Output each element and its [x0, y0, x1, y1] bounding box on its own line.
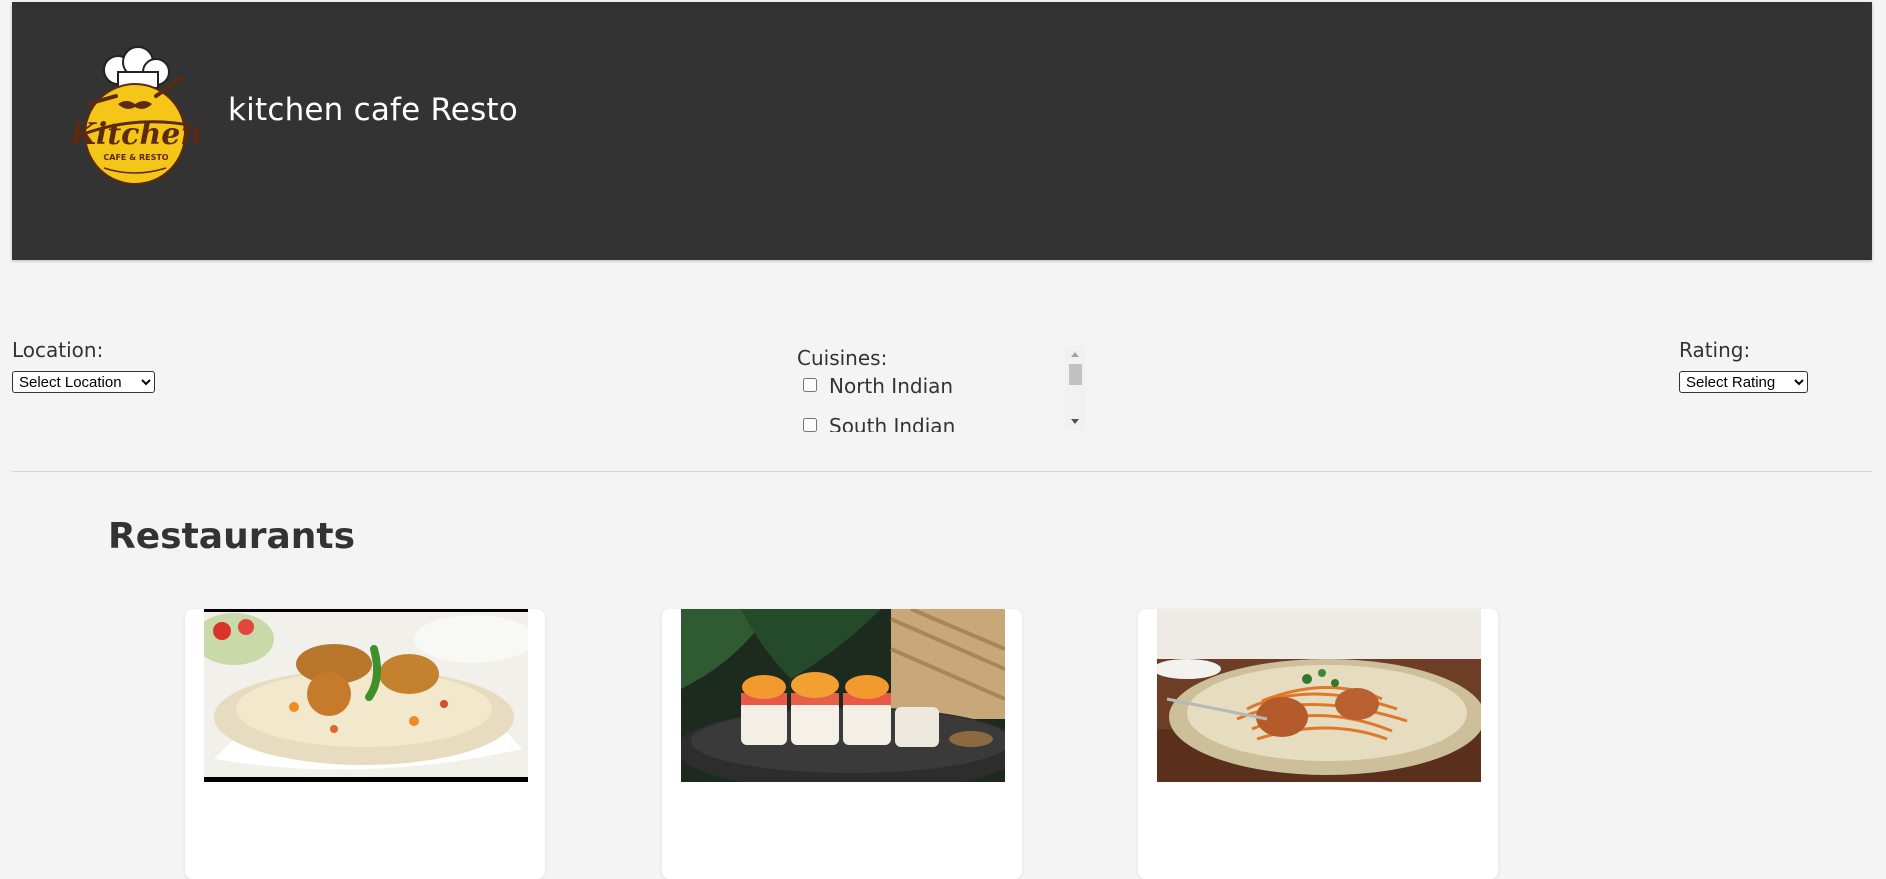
- location-select[interactable]: Select Location: [12, 371, 155, 393]
- cuisines-scrollbar[interactable]: [1065, 346, 1085, 430]
- scroll-thumb[interactable]: [1069, 364, 1082, 385]
- south-indian-checkbox[interactable]: [803, 418, 817, 432]
- site-header: Kitchen CAFE & RESTO kitchen cafe Resto: [12, 2, 1872, 260]
- cuisines-list[interactable]: North Indian South Indian: [797, 344, 1087, 432]
- restaurant-card[interactable]: [662, 609, 1022, 879]
- cuisine-option-label: North Indian: [829, 374, 954, 398]
- location-label: Location:: [12, 338, 104, 362]
- restaurant-image-sushi[interactable]: [681, 609, 1005, 782]
- chef-hat-icon: [103, 46, 170, 89]
- svg-text:CAFE & RESTO: CAFE & RESTO: [103, 153, 168, 162]
- scroll-down-arrow-icon[interactable]: [1071, 419, 1079, 424]
- rating-label: Rating:: [1679, 338, 1751, 362]
- section-divider: [12, 471, 1872, 472]
- filter-bar: Location: Select Location Cuisines: Nort…: [0, 260, 1886, 472]
- restaurant-image-biryani[interactable]: [204, 609, 528, 782]
- restaurant-image-spaghetti[interactable]: [1157, 609, 1481, 782]
- svg-text:Kitchen: Kitchen: [69, 117, 202, 152]
- restaurant-card[interactable]: [185, 609, 545, 879]
- site-title: kitchen cafe Resto: [228, 92, 518, 128]
- scroll-up-arrow-icon[interactable]: [1071, 352, 1079, 357]
- cuisine-option-label: South Indian: [829, 414, 956, 432]
- north-indian-checkbox[interactable]: [803, 378, 817, 392]
- restaurants-heading: Restaurants: [108, 516, 356, 557]
- kitchen-logo[interactable]: Kitchen CAFE & RESTO: [60, 44, 210, 192]
- restaurant-card[interactable]: [1138, 609, 1498, 879]
- rating-select[interactable]: Select Rating: [1679, 371, 1808, 393]
